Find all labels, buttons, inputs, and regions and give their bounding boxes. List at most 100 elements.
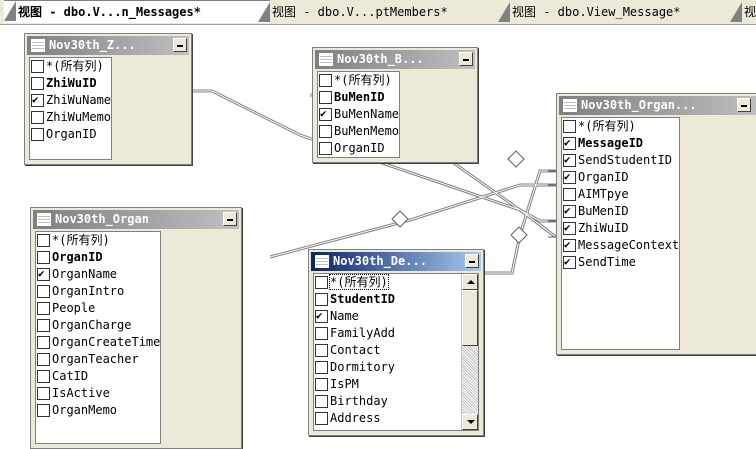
column-row[interactable]: ZhiWuName [30, 92, 111, 109]
column-row[interactable]: MessageID [562, 135, 679, 152]
tab-view-messages[interactable]: 视图 - dbo.V...n_Messages* [4, 0, 270, 23]
minimize-icon[interactable] [173, 38, 187, 52]
table-title-bar[interactable]: Nov30th_Organ [33, 210, 239, 229]
column-row[interactable]: Dormitory [314, 359, 461, 376]
column-row[interactable]: Address [314, 410, 461, 427]
column-checkbox[interactable] [31, 92, 44, 108]
vertical-scrollbar[interactable] [461, 274, 478, 430]
column-row[interactable]: Contact [314, 342, 461, 359]
column-row[interactable]: AIMTpye [562, 186, 679, 203]
table-title-bar[interactable]: Nov30th_Organ... [559, 96, 756, 115]
column-row[interactable]: FamilyAdd [314, 325, 461, 342]
column-checkbox[interactable] [315, 395, 328, 408]
column-row[interactable]: People [36, 300, 160, 317]
diagram-canvas[interactable]: Nov30th_Z... *(所有列) ZhiWuID ZhiWuName ZhiWu… [0, 25, 756, 449]
column-checkbox[interactable] [563, 120, 576, 133]
column-row[interactable]: BuMenID [562, 203, 679, 220]
column-checkbox[interactable] [319, 91, 332, 104]
column-checkbox[interactable] [319, 106, 332, 122]
column-row[interactable]: OrganID [562, 169, 679, 186]
column-row[interactable]: ZhiWuMemo [30, 109, 111, 126]
column-checkbox[interactable] [315, 293, 328, 306]
scroll-down-button[interactable] [462, 414, 478, 430]
column-row[interactable]: Name [314, 308, 461, 325]
scroll-up-button[interactable] [462, 274, 478, 290]
table-title-bar[interactable]: Nov30th_B... [315, 50, 475, 69]
minimize-icon[interactable] [737, 98, 751, 112]
column-row[interactable]: *(所有列) [30, 58, 111, 75]
column-checkbox[interactable] [563, 135, 576, 151]
column-row[interactable]: BuMenID [318, 89, 399, 106]
column-row[interactable]: *(所有列) [36, 232, 160, 249]
scroll-track[interactable] [462, 346, 478, 414]
column-row[interactable]: ZhiWuID [562, 220, 679, 237]
column-row[interactable]: IsPM [314, 376, 461, 393]
minimize-icon[interactable] [459, 52, 473, 66]
column-checkbox[interactable] [37, 387, 50, 400]
table-nov30th-bumen[interactable]: Nov30th_B... *(所有列) BuMenID BuMenName BuMen… [312, 47, 478, 163]
column-checkbox[interactable] [315, 344, 328, 357]
join-diamond[interactable] [507, 150, 525, 168]
column-checkbox[interactable] [37, 266, 50, 282]
tab-view-deptmembers[interactable]: 视图 - dbo.V...ptMembers* [258, 2, 512, 22]
column-checkbox[interactable] [37, 251, 50, 264]
join-line-organ[interactable] [269, 183, 556, 259]
column-checkbox[interactable] [37, 302, 50, 315]
column-row[interactable]: OrganMemo [36, 402, 160, 419]
column-row[interactable]: Birthday [314, 393, 461, 410]
column-checkbox[interactable] [315, 378, 328, 391]
column-row[interactable]: MessageContext [562, 237, 679, 254]
column-checkbox[interactable] [563, 220, 576, 236]
column-checkbox[interactable] [563, 254, 576, 270]
tab-view-message[interactable]: 视图 - dbo.View_Message* [498, 2, 744, 22]
column-checkbox[interactable] [315, 327, 328, 340]
column-checkbox[interactable] [31, 60, 44, 73]
column-checkbox[interactable] [563, 169, 576, 185]
scroll-thumb[interactable] [462, 290, 478, 346]
column-row[interactable]: OrganID [30, 126, 111, 143]
column-checkbox[interactable] [31, 77, 44, 90]
column-row[interactable]: OrganTeacher [36, 351, 160, 368]
column-checkbox[interactable] [315, 412, 328, 425]
column-row[interactable]: OrganID [318, 140, 399, 157]
minimize-icon[interactable] [223, 212, 237, 226]
column-row[interactable]: OrganCreateTime [36, 334, 160, 351]
column-row[interactable]: OrganCharge [36, 317, 160, 334]
column-row[interactable]: CatID [36, 368, 160, 385]
column-row[interactable]: StudentID [314, 291, 461, 308]
table-nov30th-organ-messages[interactable]: Nov30th_Organ... *(所有列) MessageID SendStud… [556, 93, 756, 355]
column-checkbox[interactable] [37, 336, 50, 349]
column-row[interactable]: *(所有列) [318, 72, 399, 89]
column-row[interactable]: IsActive [36, 385, 160, 402]
column-checkbox[interactable] [37, 234, 50, 247]
column-checkbox[interactable] [37, 285, 50, 298]
table-nov30th-dept[interactable]: Nov30th_De... *(所有列) StudentID Name FamilyA… [308, 249, 484, 436]
column-checkbox[interactable] [37, 370, 50, 383]
column-checkbox[interactable] [563, 188, 576, 201]
table-nov30th-organ[interactable]: Nov30th_Organ *(所有列) OrganID OrganName Orga… [30, 207, 242, 449]
column-row[interactable]: ZhiWuID [30, 75, 111, 92]
tab-view-overflow[interactable]: 视图 [730, 2, 756, 22]
table-title-bar[interactable]: Nov30th_De... [311, 252, 481, 271]
column-checkbox[interactable] [37, 404, 50, 417]
column-checkbox[interactable] [315, 361, 328, 374]
minimize-icon[interactable] [465, 254, 479, 268]
column-row[interactable]: SendStudentID [562, 152, 679, 169]
column-row[interactable]: OrganIntro [36, 283, 160, 300]
table-title-bar[interactable]: Nov30th_Z... [27, 36, 189, 55]
column-row[interactable]: SendTime [562, 254, 679, 271]
column-checkbox[interactable] [31, 111, 44, 124]
column-row[interactable]: BuMenName [318, 106, 399, 123]
column-checkbox[interactable] [31, 128, 44, 141]
column-checkbox[interactable] [37, 319, 50, 332]
column-checkbox[interactable] [319, 125, 332, 138]
column-row[interactable]: *(所有列) [562, 118, 679, 135]
column-checkbox[interactable] [563, 152, 576, 168]
join-diamond[interactable] [510, 226, 528, 244]
column-checkbox[interactable] [315, 276, 328, 289]
column-row[interactable]: OrganID [36, 249, 160, 266]
column-row[interactable]: OrganName [36, 266, 160, 283]
column-checkbox[interactable] [319, 74, 332, 87]
column-checkbox[interactable] [319, 142, 332, 155]
column-row[interactable]: BuMenMemo [318, 123, 399, 140]
